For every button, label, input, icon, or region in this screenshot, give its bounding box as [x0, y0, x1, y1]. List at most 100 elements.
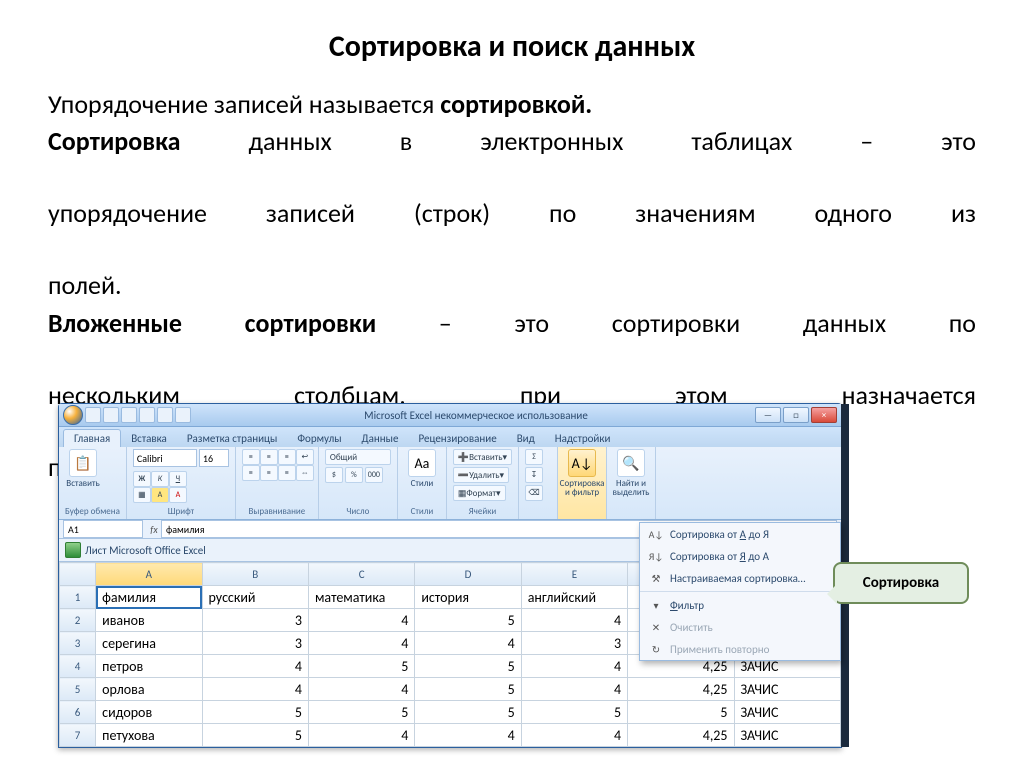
cell[interactable]: 3 [202, 609, 308, 632]
qat-icon[interactable] [175, 407, 191, 423]
sort-filter-button[interactable]: A↓ Сортировка и фильтр [564, 449, 600, 497]
fill-color-button[interactable]: A [151, 487, 169, 503]
menu-filter[interactable]: ▾Фильтр [640, 594, 840, 616]
fill-button[interactable]: ↧ [525, 467, 543, 483]
bold-button[interactable]: Ж [133, 471, 151, 487]
delete-cells-button[interactable]: ➖ Удалить ▾ [453, 467, 509, 483]
col-header-a[interactable]: A [96, 563, 202, 586]
tab-view[interactable]: Вид [507, 430, 545, 447]
cell[interactable]: ЗАЧИС [734, 678, 841, 701]
cell[interactable]: 4 [308, 678, 414, 701]
cell[interactable]: 5 [521, 701, 627, 724]
cell[interactable]: ЗАЧИС [734, 701, 841, 724]
tab-home[interactable]: Главная [63, 429, 121, 447]
cell[interactable]: петухова [96, 724, 202, 747]
find-select-button[interactable]: 🔍 Найти и выделить [613, 449, 649, 497]
cell[interactable]: 4 [521, 609, 627, 632]
col-header-d[interactable]: D [415, 563, 521, 586]
clear-button[interactable]: ⌫ [525, 485, 543, 501]
cell[interactable]: 4 [308, 609, 414, 632]
font-name-select[interactable]: Calibri [133, 449, 197, 467]
autosum-button[interactable]: Σ [525, 449, 543, 465]
select-all-corner[interactable] [60, 563, 96, 586]
cell[interactable]: фамилия [96, 586, 202, 609]
maximize-button[interactable]: □ [783, 407, 809, 423]
align-right-icon[interactable]: ≡ [278, 465, 296, 481]
qat-icon[interactable] [139, 407, 155, 423]
row-header[interactable]: 6 [60, 701, 96, 724]
cell[interactable]: 4 [521, 724, 627, 747]
insert-cells-button[interactable]: ➕ Вставить ▾ [453, 449, 512, 465]
cell[interactable]: 5 [202, 701, 308, 724]
italic-button[interactable]: К [151, 471, 169, 487]
fx-icon[interactable]: fx [147, 523, 161, 536]
row-header[interactable]: 2 [60, 609, 96, 632]
font-color-button[interactable]: A [169, 487, 187, 503]
cell[interactable]: ЗАЧИС [734, 724, 841, 747]
cell[interactable]: 3 [202, 632, 308, 655]
cell[interactable]: сидоров [96, 701, 202, 724]
underline-button[interactable]: Ч [169, 471, 187, 487]
cell[interactable]: 4 [521, 655, 627, 678]
merge-icon[interactable]: ⇔ [296, 465, 314, 481]
tab-insert[interactable]: Вставка [121, 430, 177, 447]
menu-custom-sort[interactable]: ⚒Настраиваемая сортировка… [640, 567, 840, 589]
col-header-c[interactable]: C [308, 563, 414, 586]
currency-icon[interactable]: $ [325, 467, 343, 483]
cell[interactable]: 4 [415, 632, 521, 655]
cell[interactable]: орлова [96, 678, 202, 701]
align-left-icon[interactable]: ≡ [242, 465, 260, 481]
cell[interactable]: 5 [415, 678, 521, 701]
close-button[interactable]: × [811, 407, 837, 423]
cell[interactable]: 4 [308, 724, 414, 747]
menu-sort-za[interactable]: Я↓Сортировка от Я до А [640, 545, 840, 567]
minimize-button[interactable]: — [755, 407, 781, 423]
cell[interactable]: 5 [415, 609, 521, 632]
cell[interactable]: петров [96, 655, 202, 678]
cell[interactable]: 3 [521, 632, 627, 655]
col-header-e[interactable]: E [521, 563, 627, 586]
wrap-text-icon[interactable]: ↩ [296, 449, 314, 465]
cell[interactable]: английский [521, 586, 627, 609]
paste-button[interactable]: 📋 Вставить [65, 449, 101, 488]
qat-icon[interactable] [157, 407, 173, 423]
cell[interactable]: 5 [308, 701, 414, 724]
cell[interactable]: 5 [202, 724, 308, 747]
cell[interactable]: 4,25 [628, 724, 734, 747]
row-header[interactable]: 1 [60, 586, 96, 609]
cell[interactable]: 5 [308, 655, 414, 678]
percent-icon[interactable]: % [345, 467, 363, 483]
cell[interactable]: 4 [415, 724, 521, 747]
font-size-select[interactable]: 16 [199, 449, 229, 467]
cell[interactable]: 4 [202, 678, 308, 701]
cell[interactable]: русский [202, 586, 308, 609]
cell[interactable]: история [415, 586, 521, 609]
tab-formulas[interactable]: Формулы [287, 430, 351, 447]
comma-icon[interactable]: 000 [365, 467, 383, 483]
undo-icon[interactable] [103, 407, 119, 423]
save-icon[interactable] [85, 407, 101, 423]
row-header[interactable]: 5 [60, 678, 96, 701]
align-middle-icon[interactable]: ≡ [260, 449, 278, 465]
office-button[interactable] [63, 405, 83, 425]
tab-layout[interactable]: Разметка страницы [177, 430, 288, 447]
cell[interactable]: серегина [96, 632, 202, 655]
cell[interactable]: математика [308, 586, 414, 609]
tab-review[interactable]: Рецензирование [408, 430, 506, 447]
format-cells-button[interactable]: ▦ Формат ▾ [453, 485, 506, 501]
align-top-icon[interactable]: ≡ [242, 449, 260, 465]
row-header[interactable]: 3 [60, 632, 96, 655]
number-format-select[interactable]: Общий [325, 449, 391, 465]
cell[interactable]: 4 [202, 655, 308, 678]
cell[interactable]: иванов [96, 609, 202, 632]
name-box[interactable]: A1 [63, 520, 143, 538]
row-header[interactable]: 7 [60, 724, 96, 747]
align-bottom-icon[interactable]: ≡ [278, 449, 296, 465]
cell[interactable]: 4 [521, 678, 627, 701]
cell[interactable]: 5 [415, 655, 521, 678]
menu-sort-az[interactable]: A↓Сортировка от А до Я [640, 523, 840, 545]
cell[interactable]: 5 [628, 701, 734, 724]
tab-data[interactable]: Данные [352, 430, 409, 447]
cell[interactable]: 4 [308, 632, 414, 655]
cell[interactable]: 5 [415, 701, 521, 724]
